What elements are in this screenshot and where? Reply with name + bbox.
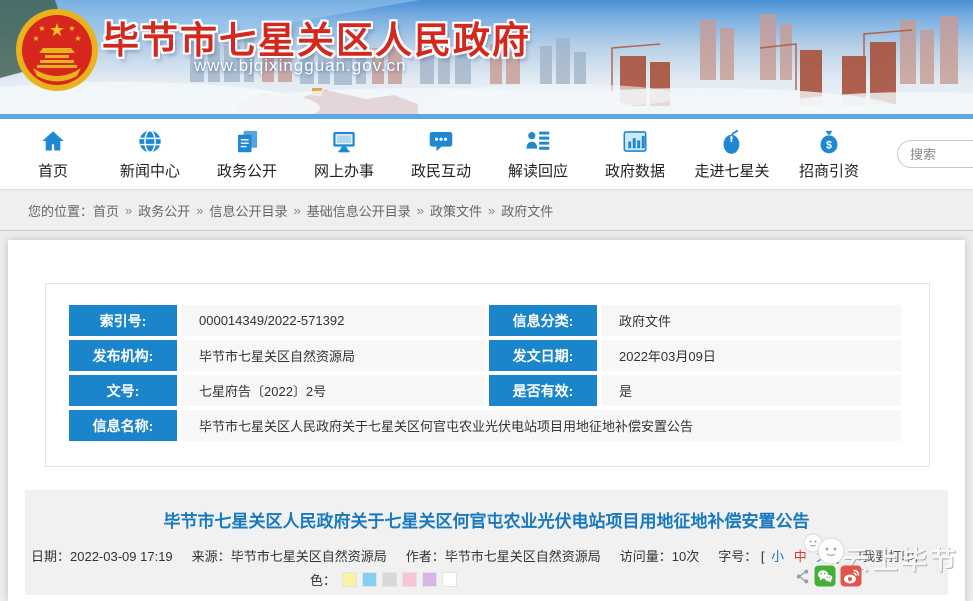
breadcrumb-separator: »	[196, 202, 204, 218]
wechat-icon[interactable]	[814, 565, 836, 587]
cloud-bijie-watermark: 云上毕节	[793, 531, 969, 595]
svg-text:★: ★	[68, 24, 75, 33]
breadcrumb-separator: »	[488, 202, 496, 218]
breadcrumb-item-gov-affairs[interactable]: 政务公开	[138, 201, 190, 220]
info-label-doc-number: 文号:	[69, 375, 177, 406]
page-color-picker: 色：	[310, 570, 457, 589]
svg-text:★: ★	[74, 34, 81, 43]
site-url: www.bjqixingguan.gov.cn	[194, 56, 407, 75]
bar-chart-icon	[623, 130, 647, 152]
main-nav: 首页 新闻中心 政务公开 网上办事 政民互动 解读回应 政府数据 走进七星关 $…	[0, 119, 973, 190]
site-header: ★ ★ ★ ★ ★ 毕节市七星关区人民政府 www.bjqixingguan.g…	[0, 0, 973, 119]
info-label-issuing-agency: 发布机构:	[69, 340, 177, 371]
color-swatch-pink[interactable]	[403, 573, 417, 586]
breadcrumb-prefix: 您的位置：	[28, 203, 94, 219]
info-label-issue-date: 发文日期:	[489, 340, 597, 371]
nav-item-investment[interactable]: $ 招商引资	[799, 128, 860, 181]
svg-text:★: ★	[38, 24, 45, 33]
info-label-category: 信息分类:	[489, 305, 597, 336]
home-icon	[42, 130, 64, 150]
share-icon[interactable]	[795, 568, 810, 585]
nav-label: 政民互动	[411, 162, 472, 180]
color-label: 色：	[310, 573, 337, 588]
breadcrumb-item-home[interactable]: 首页	[93, 201, 119, 220]
breadcrumb-item-basic-info-catalog[interactable]: 基础信息公开目录	[307, 201, 411, 220]
info-value-issue-date: 2022年03月09日	[601, 340, 901, 371]
nav-label: 走进七星关	[694, 162, 770, 180]
info-label-index-number: 索引号:	[69, 305, 177, 336]
meta-visits: 访问量：10次	[619, 549, 700, 564]
breadcrumb-separator: »	[416, 202, 425, 218]
nav-label: 解读回应	[508, 162, 569, 180]
nav-item-interpretation[interactable]: 解读回应	[508, 128, 569, 181]
nav-item-gov-affairs[interactable]: 政务公开	[217, 128, 278, 181]
nav-label: 首页	[37, 162, 68, 180]
nav-item-news[interactable]: 新闻中心	[120, 128, 181, 181]
breadcrumb-item-gov-files[interactable]: 政府文件	[501, 201, 553, 220]
meta-date: 日期：2022-03-09 17:19	[31, 549, 173, 564]
weibo-icon[interactable]	[840, 565, 862, 587]
svg-text:★: ★	[49, 20, 65, 40]
monitor-icon	[333, 131, 355, 152]
share-buttons	[795, 565, 866, 587]
documents-icon	[238, 130, 258, 152]
globe-icon	[139, 129, 161, 153]
nav-label: 政务公开	[217, 162, 278, 180]
cloud-mascot-icon	[803, 533, 845, 565]
money-bag-icon: $	[820, 130, 838, 153]
svg-text:$: $	[826, 139, 832, 151]
info-value-index-number: 000014349/2022-571392	[181, 305, 485, 336]
info-value-info-name: 毕节市七星关区人民政府关于七星关区何官屯农业光伏电站项目用地征地补偿安置公告	[181, 410, 901, 441]
color-swatch-yellow[interactable]	[343, 573, 357, 586]
document-info-table: 索引号: 000014349/2022-571392 信息分类: 政府文件 发布…	[69, 305, 901, 441]
nav-label: 招商引资	[799, 162, 860, 180]
breadcrumb-separator: »	[293, 202, 301, 218]
article-title: 毕节市七星关区人民政府关于七星关区何官屯农业光伏电站项目用地征地补偿安置公告	[163, 512, 810, 531]
nav-item-gov-data[interactable]: 政府数据	[605, 128, 666, 181]
meta-source: 来源：毕节市七星关区自然资源局	[191, 549, 387, 564]
fontsize-small-button[interactable]: 小	[768, 549, 787, 564]
nav-label: 新闻中心	[120, 162, 181, 180]
meta-author: 作者：毕节市七星关区自然资源局	[405, 549, 601, 564]
info-value-category: 政府文件	[601, 305, 901, 336]
nav-label: 网上办事	[314, 162, 375, 180]
national-emblem-logo[interactable]: ★ ★ ★ ★ ★	[15, 8, 99, 92]
color-swatch-gray[interactable]	[383, 573, 397, 586]
color-swatch-purple[interactable]	[423, 573, 437, 586]
nav-item-about-qixingguan[interactable]: 走进七星关	[695, 128, 770, 181]
search-box[interactable]	[897, 140, 973, 168]
info-label-info-name: 信息名称:	[69, 410, 177, 441]
mouse-icon	[723, 129, 740, 154]
search-input[interactable]	[910, 146, 973, 162]
document-info-box: 索引号: 000014349/2022-571392 信息分类: 政府文件 发布…	[45, 283, 930, 467]
chat-bubble-icon	[429, 131, 453, 151]
breadcrumb: 您的位置： 首页 » 政务公开 » 信息公开目录 » 基础信息公开目录 » 政策…	[0, 190, 973, 231]
info-label-validity: 是否有效:	[489, 375, 597, 406]
info-value-issuing-agency: 毕节市七星关区自然资源局	[181, 340, 485, 371]
info-value-validity: 是	[601, 375, 901, 406]
color-swatch-blue[interactable]	[363, 573, 377, 586]
nav-item-home[interactable]: 首页	[24, 128, 82, 181]
breadcrumb-item-policy-files[interactable]: 政策文件	[430, 201, 482, 220]
nav-item-interaction[interactable]: 政民互动	[411, 128, 472, 181]
svg-text:★: ★	[32, 34, 39, 43]
person-list-icon	[526, 131, 550, 150]
nav-item-online-services[interactable]: 网上办事	[314, 128, 375, 181]
breadcrumb-item-info-catalog[interactable]: 信息公开目录	[210, 201, 288, 220]
breadcrumb-separator: »	[125, 202, 133, 218]
info-value-doc-number: 七星府告〔2022〕2号	[181, 375, 485, 406]
color-swatch-white[interactable]	[443, 573, 457, 586]
nav-label: 政府数据	[605, 162, 666, 180]
